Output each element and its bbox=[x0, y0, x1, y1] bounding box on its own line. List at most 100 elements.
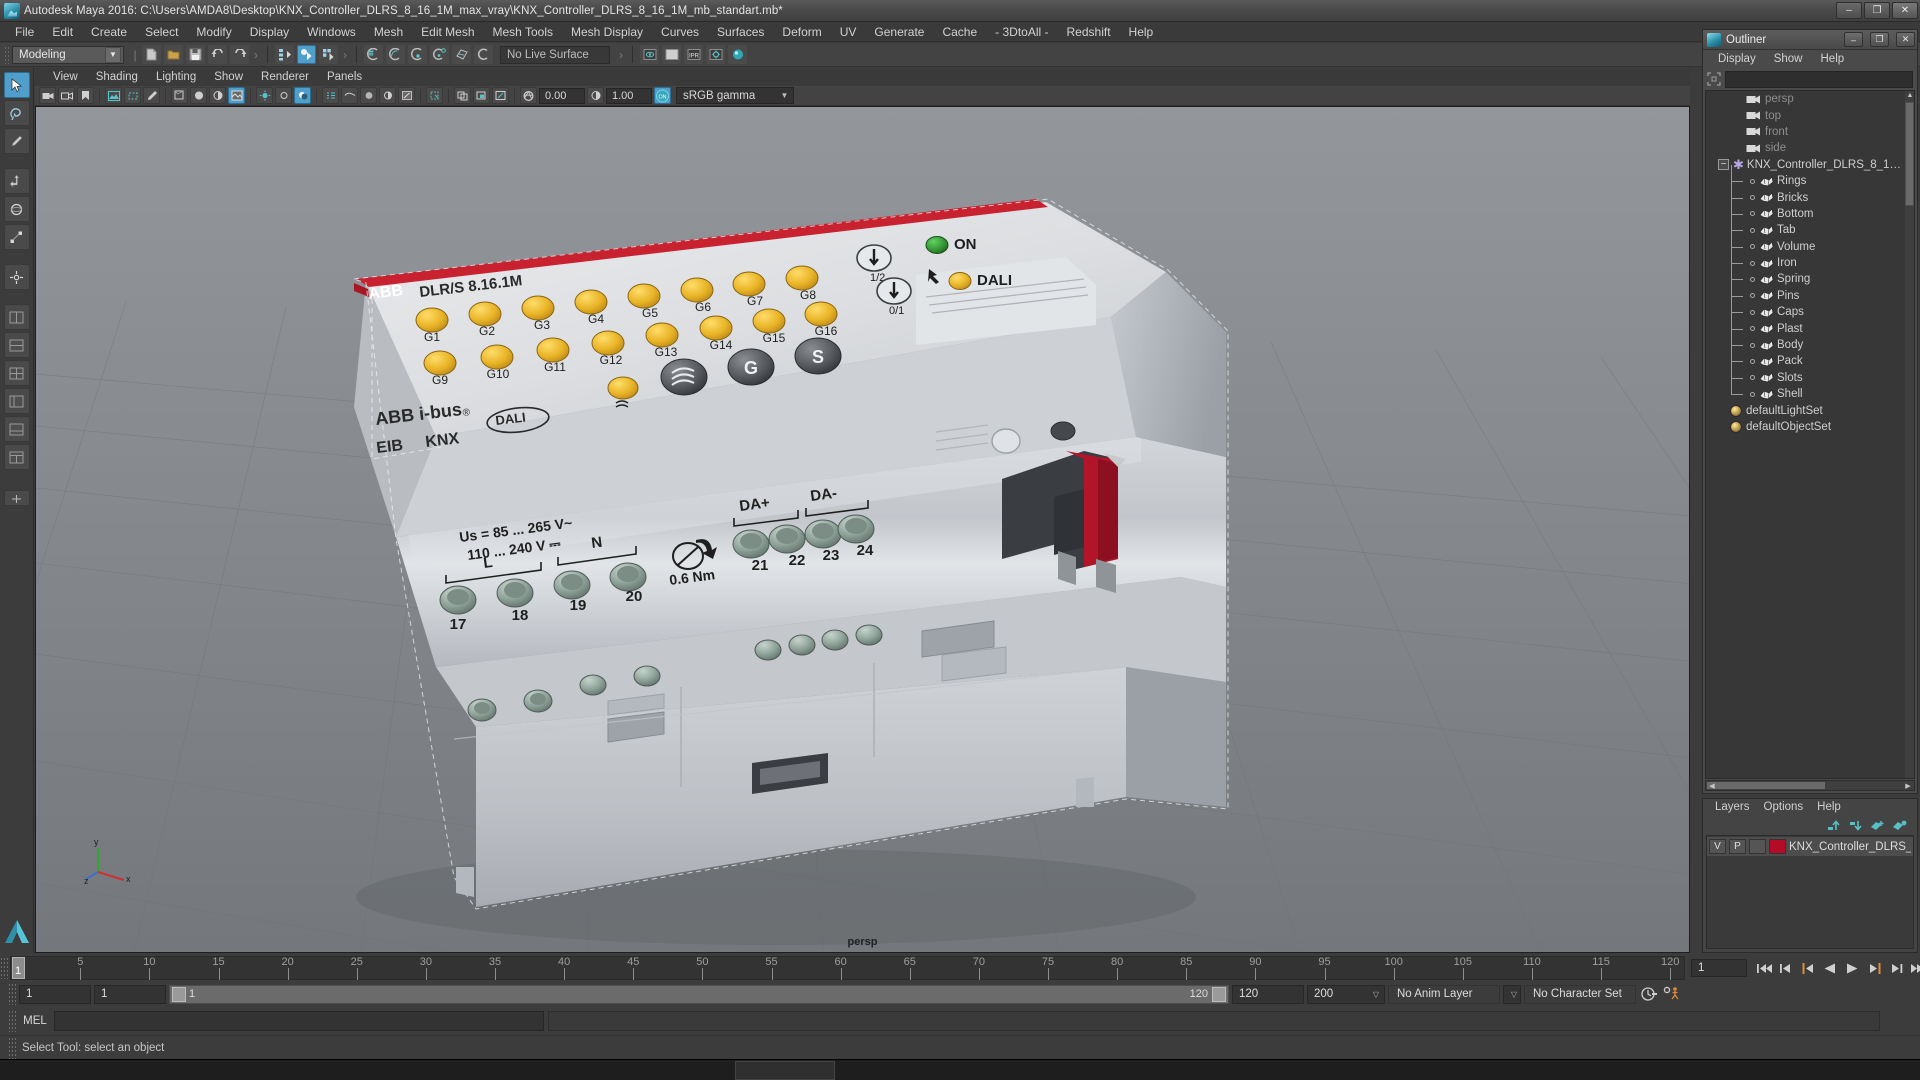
menu-curves[interactable]: Curves bbox=[652, 23, 708, 41]
move-tool[interactable] bbox=[3, 168, 30, 194]
make-live-button[interactable] bbox=[474, 45, 493, 64]
layout-persp-graph-button[interactable] bbox=[3, 416, 30, 442]
layer-menu-help[interactable]: Help bbox=[1811, 800, 1847, 814]
maximize-button[interactable]: ❐ bbox=[1864, 2, 1890, 19]
outliner-vertical-scrollbar[interactable]: ▲ bbox=[1905, 91, 1914, 778]
hypershade-button[interactable] bbox=[728, 45, 747, 64]
outliner-item-pins[interactable]: Pins bbox=[1706, 279, 1914, 304]
exposure-value-field[interactable]: 0.00 bbox=[539, 87, 585, 104]
menu-set-selector[interactable]: Modeling ▼ bbox=[12, 45, 124, 64]
outliner-tree[interactable]: persp top front side − ✱ KNX_Controller_… bbox=[1705, 90, 1915, 779]
command-language-label[interactable]: MEL bbox=[20, 1015, 50, 1027]
snap-to-view-plane-button[interactable] bbox=[452, 45, 471, 64]
gamma-value-field[interactable]: 1.00 bbox=[606, 87, 652, 104]
step-back-key-button[interactable] bbox=[1777, 960, 1795, 976]
menu-modify[interactable]: Modify bbox=[187, 23, 240, 41]
character-set-field[interactable]: No Character Set bbox=[1524, 984, 1636, 1004]
camera-attributes-icon[interactable] bbox=[58, 87, 75, 104]
save-scene-button[interactable] bbox=[186, 45, 205, 64]
redo-render-button[interactable] bbox=[662, 45, 681, 64]
scroll-right-icon[interactable]: ▶ bbox=[1903, 781, 1913, 790]
outliner-item-default-object-set[interactable]: defaultObjectSet bbox=[1706, 419, 1914, 435]
go-to-end-button[interactable] bbox=[1909, 960, 1920, 976]
play-forwards-button[interactable] bbox=[1843, 960, 1861, 976]
outliner-item-spring[interactable]: Spring bbox=[1706, 263, 1914, 287]
scroll-up-icon[interactable]: ▲ bbox=[1905, 91, 1914, 100]
outliner-item-shell[interactable]: Shell bbox=[1706, 378, 1914, 402]
panel-menu-show[interactable]: Show bbox=[206, 69, 251, 85]
use-all-lights-icon[interactable] bbox=[275, 87, 292, 104]
outliner-menu-help[interactable]: Help bbox=[1814, 51, 1852, 67]
textured-shading-icon[interactable] bbox=[228, 87, 245, 104]
two-d-pan-zoom-icon[interactable] bbox=[124, 87, 141, 104]
snap-to-curve-button[interactable] bbox=[386, 45, 405, 64]
outliner-item-top[interactable]: top bbox=[1706, 107, 1914, 123]
outliner-item-plast[interactable]: Plast bbox=[1706, 312, 1914, 336]
animation-start-time-field[interactable]: 1 bbox=[19, 984, 91, 1004]
outliner-item-group-root[interactable]: − ✱ KNX_Controller_DLRS_8_1… bbox=[1706, 157, 1914, 173]
playback-start-time-field[interactable]: 1 bbox=[94, 984, 166, 1004]
menu-uv[interactable]: UV bbox=[831, 23, 866, 41]
layout-hypershade-button[interactable] bbox=[3, 444, 30, 470]
new-scene-button[interactable] bbox=[142, 45, 161, 64]
layout-single-pane-button[interactable] bbox=[3, 304, 30, 330]
motion-blur-icon[interactable] bbox=[341, 87, 358, 104]
menu-file[interactable]: File bbox=[6, 23, 43, 41]
shadows-icon[interactable] bbox=[294, 87, 311, 104]
grease-pencil-icon[interactable] bbox=[143, 87, 160, 104]
scale-tool[interactable] bbox=[3, 224, 30, 250]
outliner-item-pack[interactable]: Pack bbox=[1706, 345, 1914, 369]
toolbox-more-button[interactable] bbox=[3, 490, 30, 506]
outliner-maximize-button[interactable]: ❐ bbox=[1870, 32, 1889, 47]
smooth-shade-selected-icon[interactable] bbox=[209, 87, 226, 104]
outliner-item-volume[interactable]: Volume bbox=[1706, 230, 1914, 255]
move-layer-up-icon[interactable] bbox=[1826, 819, 1841, 832]
outliner-horizontal-thumb[interactable] bbox=[1707, 782, 1825, 789]
time-slider-gripper[interactable] bbox=[0, 957, 8, 979]
select-camera-icon[interactable] bbox=[39, 87, 56, 104]
persp-viewport[interactable]: ABB DLR/S 8.16.1M ABB i-bus ® EIB KNX DA… bbox=[35, 106, 1690, 953]
screen-space-ao-icon[interactable] bbox=[322, 87, 339, 104]
layout-persp-outliner-button[interactable] bbox=[3, 388, 30, 414]
panel-menu-panels[interactable]: Panels bbox=[319, 69, 370, 85]
outliner-search-input[interactable] bbox=[1725, 70, 1913, 88]
menu-select[interactable]: Select bbox=[136, 23, 187, 41]
select-by-object-type-button[interactable] bbox=[297, 45, 316, 64]
outliner-item-body[interactable]: Body bbox=[1706, 329, 1914, 353]
select-by-component-type-button[interactable] bbox=[319, 45, 338, 64]
outliner-item-bottom[interactable]: Bottom bbox=[1706, 197, 1914, 222]
outliner-menu-show[interactable]: Show bbox=[1767, 51, 1810, 67]
menu-help[interactable]: Help bbox=[1120, 23, 1163, 41]
live-surface-field[interactable]: No Live Surface bbox=[500, 45, 610, 64]
expand-collapse-icon[interactable]: − bbox=[1718, 159, 1729, 171]
redo-button[interactable] bbox=[230, 45, 249, 64]
layer-row[interactable]: V P KNX_Controller_DLRS_… bbox=[1707, 837, 1913, 856]
step-forward-frame-button[interactable] bbox=[1865, 960, 1883, 976]
auto-keyframe-toggle[interactable] bbox=[1639, 985, 1659, 1003]
step-back-frame-button[interactable] bbox=[1799, 960, 1817, 976]
range-slider-control[interactable]: 1 120 bbox=[169, 984, 1229, 1004]
time-slider-track[interactable]: 1 5 10 15 20 25 30 35 40 45 50 55 60 65 70 75 80 85 90 95 1… bbox=[10, 956, 1685, 980]
snap-to-projected-center-button[interactable] bbox=[430, 45, 449, 64]
outliner-minimize-button[interactable]: – bbox=[1844, 32, 1863, 47]
color-space-selector[interactable]: sRGB gamma ▼ bbox=[676, 87, 794, 104]
help-line-gripper[interactable] bbox=[8, 1036, 16, 1059]
outliner-item-bricks[interactable]: Bricks bbox=[1706, 181, 1914, 205]
xray-joints-icon[interactable] bbox=[473, 87, 490, 104]
outliner-item-rings[interactable]: Rings bbox=[1706, 165, 1914, 189]
outliner-item-side[interactable]: side bbox=[1706, 140, 1914, 156]
panel-menu-lighting[interactable]: Lighting bbox=[148, 69, 204, 85]
contrast-icon[interactable] bbox=[587, 87, 604, 104]
outliner-item-default-light-set[interactable]: defaultLightSet bbox=[1706, 402, 1914, 418]
move-layer-down-icon[interactable] bbox=[1848, 819, 1863, 832]
create-layer-from-selected-icon[interactable] bbox=[1892, 819, 1907, 832]
menu-edit-mesh[interactable]: Edit Mesh bbox=[412, 23, 483, 41]
outliner-item-caps[interactable]: Caps bbox=[1706, 296, 1914, 320]
isolate-select-icon[interactable] bbox=[426, 87, 443, 104]
layout-four-pane-button[interactable] bbox=[3, 360, 30, 386]
undo-button[interactable] bbox=[208, 45, 227, 64]
close-button[interactable]: ✕ bbox=[1892, 2, 1918, 19]
bookmark-icon[interactable] bbox=[77, 87, 94, 104]
snap-to-point-button[interactable] bbox=[408, 45, 427, 64]
outliner-item-front[interactable]: front bbox=[1706, 124, 1914, 140]
